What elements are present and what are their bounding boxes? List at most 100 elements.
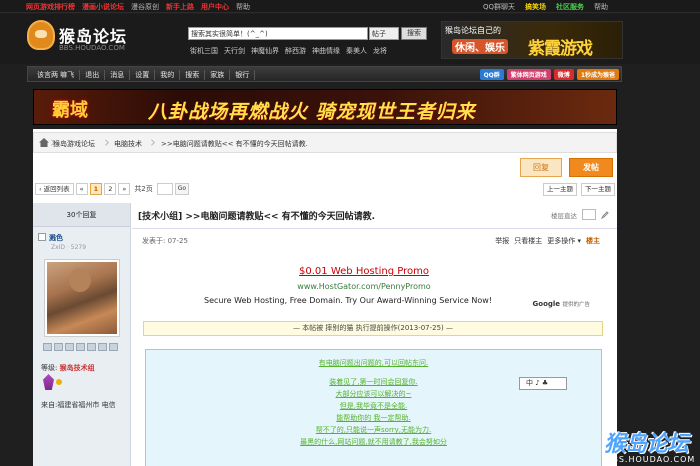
hotlink-4[interactable]: 神曲情缘 — [312, 46, 340, 56]
header-ad-line2: 休闲、娱乐 — [452, 39, 508, 54]
nav-pill-webgame[interactable]: 繁体网页游戏 — [506, 69, 551, 80]
top-bar: 网页游戏排行榜 漫画小说论坛 漫谷原创 新手上路 用户中心 帮助 QQ群聊天 搞… — [0, 0, 700, 13]
floor-jump-input[interactable] — [582, 209, 596, 220]
ad-headline[interactable]: $0.01 Web Hosting Promo — [144, 266, 584, 277]
banner-text: 八卦战场再燃战火 骑宠现世王者归来 — [148, 101, 476, 123]
toplink-qqchat[interactable]: QQ群聊天 — [483, 2, 515, 12]
hotlink-2[interactable]: 神魔仙界 — [251, 46, 279, 56]
header-ad-line1: 猴岛论坛自己的 — [445, 26, 501, 35]
author-profile: 30个回复 溅色 ZxID · 5279 等级: 猴岛技术组 来自:福建省福州市… — [33, 203, 131, 466]
home-icon[interactable] — [39, 138, 49, 147]
nav-search[interactable]: 搜索 — [180, 70, 206, 80]
only-author-link[interactable]: 只看楼主 — [514, 236, 542, 246]
medal-icon — [43, 374, 54, 390]
nav-logout[interactable]: 退出 — [80, 70, 106, 80]
profile-icon[interactable] — [65, 343, 74, 351]
message-line: 但是,我毕竟不是全能. — [339, 402, 408, 410]
google-ad[interactable]: $0.01 Web Hosting Promo www.HostGator.co… — [144, 257, 590, 313]
first-page-button[interactable]: « — [75, 183, 88, 195]
mail-icon[interactable] — [43, 343, 52, 351]
search-input[interactable]: 搜索其实很简单！(^_^) — [188, 27, 368, 40]
nav-messages[interactable]: 消息 — [105, 70, 131, 80]
toplink-service[interactable]: 社区服务 — [556, 2, 584, 12]
back-to-list-button[interactable]: ‹ 返回列表 — [35, 183, 74, 195]
floor-jump: 楼层直达 — [551, 209, 609, 220]
message-line: 最黑的什么,网站问题,就不用请教了,我会努如分 — [300, 438, 447, 446]
nav-family[interactable]: 家族 — [205, 70, 231, 80]
toplink-help[interactable]: 帮助 — [236, 2, 250, 12]
ad-brand-name: Google — [532, 300, 561, 308]
thread-nav: 上一主题 下一主题 — [543, 183, 615, 196]
site-header: 猴岛论坛 BBS.HOUDAO.COM 搜索其实很简单！(^_^) 帖子 搜索 … — [0, 14, 700, 64]
page-1[interactable]: 1 — [89, 183, 103, 195]
next-thread-button[interactable]: 下一主题 — [581, 183, 615, 196]
avatar[interactable] — [44, 259, 120, 337]
medal-small-icon — [56, 379, 62, 385]
ad-url[interactable]: www.HostGator.com/PennyPromo — [144, 282, 584, 291]
post-title: [技术小组] >>电脑问题请教贴<< 有不懂的今天回帖请教. — [138, 212, 376, 222]
toplink-usercenter[interactable]: 用户中心 — [201, 2, 229, 12]
breadcrumb: › 猴岛游戏论坛 › 电脑技术 › >>电脑问题请教贴<< 有不懂的今天回帖请教… — [33, 132, 617, 153]
pen-icon[interactable] — [601, 210, 609, 219]
author-level: 等级: 猴岛技术组 — [41, 363, 95, 373]
header-ad-brand: 紫霞游戏 — [528, 39, 593, 59]
site-logo[interactable]: 猴岛论坛 BBS.HOUDAO.COM — [27, 20, 139, 60]
message-line: 能帮助你的 我一定帮助. — [336, 414, 411, 422]
nav-settings[interactable]: 设置 — [130, 70, 156, 80]
reply-button[interactable]: 回复 — [520, 158, 562, 177]
page-jump-input[interactable] — [156, 183, 173, 195]
breadcrumb-board[interactable]: 电脑技术 — [114, 139, 142, 149]
toplink-comic[interactable]: 漫画小说论坛 — [82, 2, 124, 12]
message-line: 帮不了的,只能说一声sorry,无能为力. — [315, 426, 432, 434]
search-scope-select[interactable]: 帖子 — [369, 27, 399, 40]
qq-icon[interactable] — [109, 343, 118, 351]
page-2[interactable]: 2 — [104, 183, 117, 195]
ad-brand: Google 提供的广告 — [533, 300, 590, 308]
search-button[interactable]: 搜索 — [401, 27, 427, 40]
nav-pill-qq[interactable]: QQ群 — [479, 69, 504, 80]
floor-jump-label: 楼层直达 — [551, 211, 577, 220]
report-link[interactable]: 举报 — [495, 236, 509, 246]
author-username[interactable]: 溅色 — [38, 233, 63, 243]
toplink-help-right[interactable]: 帮助 — [594, 2, 608, 12]
level-label: 等级: — [41, 364, 58, 372]
logo-domain: BBS.HOUDAO.COM — [59, 44, 125, 52]
toplink-webgame[interactable]: 网页游戏排行榜 — [26, 2, 75, 12]
home-icon[interactable] — [76, 343, 85, 351]
nav-bank[interactable]: 银行 — [230, 70, 256, 80]
watermark-domain: BBS.HOUDAO.COM — [606, 455, 696, 464]
nav-username[interactable]: 该言两 嘛飞 — [32, 70, 81, 80]
hotlink-3[interactable]: 醉西游 — [285, 46, 306, 56]
page-go-button[interactable]: Go — [174, 183, 190, 195]
add-friend-icon[interactable] — [54, 343, 63, 351]
photo-icon[interactable] — [87, 343, 96, 351]
hotlink-1[interactable]: 天行剑 — [224, 46, 245, 56]
nav-mine[interactable]: 我的 — [155, 70, 181, 80]
breadcrumb-forum[interactable]: 猴岛游戏论坛 — [53, 139, 95, 149]
breadcrumb-sep-icon: › — [150, 133, 156, 151]
hotlink-6[interactable]: 龙将 — [373, 46, 387, 56]
toplink-fun[interactable]: 搞笑场 — [525, 2, 546, 12]
prev-thread-button[interactable]: 上一主题 — [543, 183, 577, 196]
breadcrumb-sep-icon: › — [104, 133, 110, 151]
hotlink-5[interactable]: 秦美人 — [346, 46, 367, 56]
post-message: 有电脑问题出问题的,可以回帖东问. 装着见了,第一时间会回复你. 大部分应该可以… — [145, 349, 602, 466]
toplink-original[interactable]: 漫谷原创 — [131, 2, 159, 12]
nav-pill-weibo[interactable]: 微博 — [553, 69, 574, 80]
header-ad-banner[interactable]: 猴岛论坛自己的 休闲、娱乐 紫霞游戏 — [441, 21, 623, 59]
nav-pill-join[interactable]: 1秒成为猴爸 — [576, 69, 619, 80]
new-post-button[interactable]: 发帖 — [569, 158, 613, 177]
level-value: 猴岛技术组 — [59, 364, 95, 372]
hotlink-0[interactable]: 街机三国 — [190, 46, 218, 56]
moderation-notice: — 本帖被 摔别的猫 执行提前操作(2013-07-25) — — [143, 321, 603, 336]
next-page-button[interactable]: » — [118, 183, 131, 195]
pagination: ‹ 返回列表 « 1 2 » 共2页 Go — [35, 183, 190, 195]
author-uid: ZxID · 5279 — [51, 244, 87, 251]
breadcrumb-thread[interactable]: >>电脑问题请教贴<< 有不懂的今天回帖请教. — [161, 139, 308, 149]
ime-toolbar[interactable]: 中 ♪ ♣ — [519, 377, 567, 390]
info-icon[interactable] — [98, 343, 107, 351]
post-date: 发表于: 07-25 — [142, 237, 188, 245]
game-banner-ad[interactable]: 霸域 八卦战场再燃战火 骑宠现世王者归来 — [33, 89, 617, 125]
toplink-newbie[interactable]: 新手上路 — [166, 2, 194, 12]
more-actions-link[interactable]: 更多操作 ▾ — [547, 236, 581, 246]
